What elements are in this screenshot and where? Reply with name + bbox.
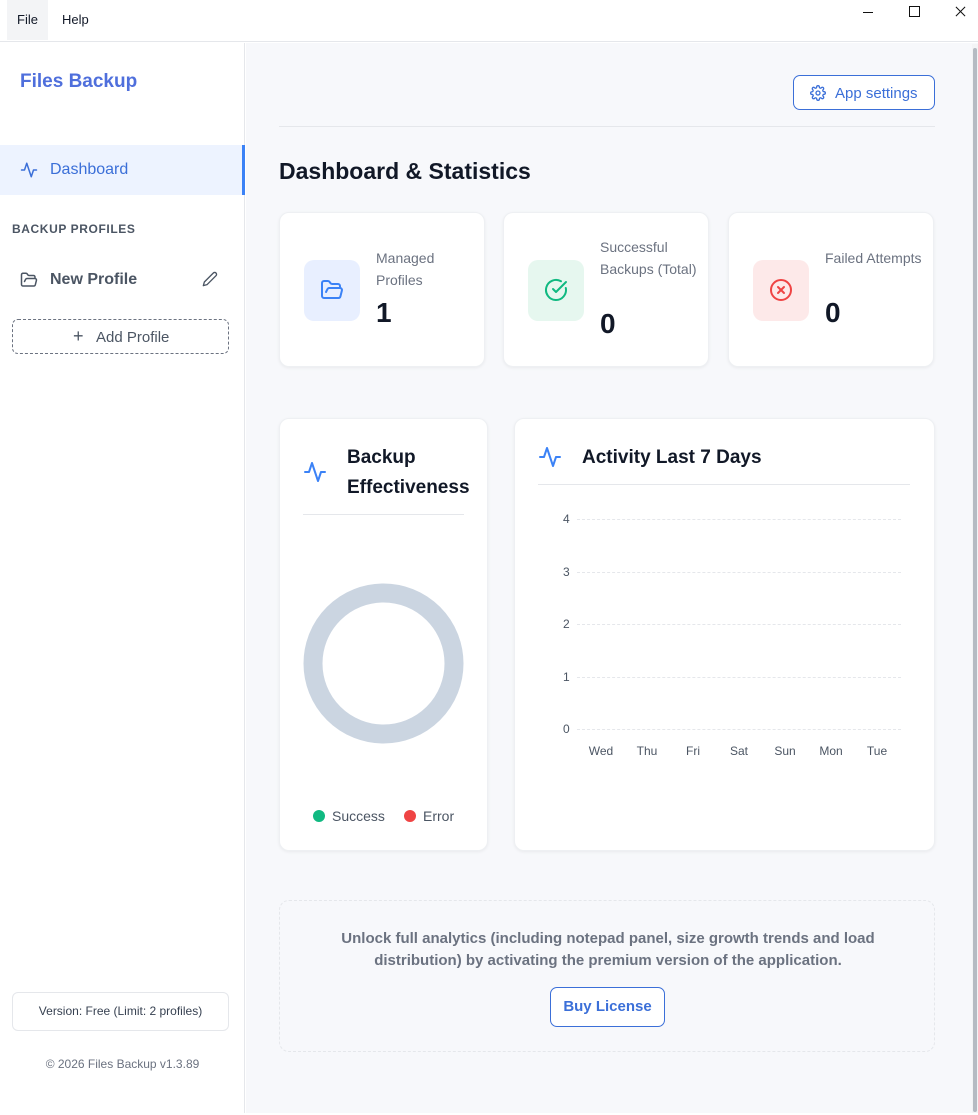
legend-label: Error	[423, 808, 455, 824]
plus-icon: +	[73, 326, 84, 346]
stat-card-managed-profiles: Managed Profiles 1	[279, 212, 485, 367]
scrollbar-thumb[interactable]	[973, 48, 977, 1112]
gridline	[577, 624, 901, 625]
activity-icon	[304, 462, 326, 482]
sidebar: Files Backup Dashboard BACKUP PROFILES N…	[0, 43, 245, 1113]
sidebar-item-profile[interactable]: New Profile	[0, 261, 245, 301]
stat-icon-box	[753, 260, 809, 321]
legend-label: Success	[332, 808, 385, 824]
add-profile-button[interactable]: + Add Profile	[12, 319, 229, 354]
stat-card-failed-attempts: Failed Attempts 0	[728, 212, 934, 367]
y-tick-label: 3	[563, 564, 570, 579]
app-settings-button[interactable]: App settings	[793, 75, 935, 110]
add-profile-label: Add Profile	[96, 329, 170, 346]
x-tick-label: Mon	[819, 744, 843, 758]
copyright-text: © 2026 Files Backup v1.3.89	[45, 1057, 200, 1071]
gridline	[577, 571, 901, 573]
section-title-backup-profiles: BACKUP PROFILES	[12, 222, 136, 236]
stat-label: Managed Profiles	[376, 250, 435, 288]
page-title: Dashboard & Statistics	[279, 158, 531, 184]
stat-value: 1	[376, 297, 392, 328]
gear-icon	[810, 85, 826, 101]
folder-open-icon	[20, 272, 38, 287]
sidebar-item-dashboard[interactable]: Dashboard	[0, 145, 245, 195]
x-tick-label: Fri	[686, 744, 700, 758]
maximize-button[interactable]	[891, 0, 937, 24]
app-brand: Files Backup	[20, 71, 138, 92]
panel-divider	[538, 484, 910, 485]
panel-divider	[303, 514, 464, 515]
y-tick-label: 1	[563, 669, 570, 684]
legend-dot	[313, 810, 325, 822]
effectiveness-donut-chart	[303, 583, 464, 744]
stat-label: Failed Attempts	[825, 250, 922, 266]
activity-icon	[539, 447, 561, 467]
stat-card-successful-backups: Successful Backups (Total) 0	[503, 212, 709, 367]
menu-bar: File Help	[0, 0, 978, 42]
pencil-icon[interactable]	[202, 271, 218, 287]
effectiveness-title: Backup Effectiveness	[347, 447, 470, 498]
premium-promo: Unlock full analytics (including notepad…	[279, 900, 935, 1052]
activity-icon	[20, 162, 38, 178]
x-circle-icon	[770, 279, 792, 301]
y-tick-label: 2	[563, 617, 570, 631]
check-circle-icon	[545, 278, 567, 301]
menu-help[interactable]: Help	[52, 0, 99, 40]
activity-title: Activity Last 7 Days	[582, 447, 762, 468]
gridline	[577, 519, 901, 520]
menu-file[interactable]: File	[7, 0, 48, 40]
close-button[interactable]	[937, 0, 978, 24]
legend-dot	[404, 810, 416, 822]
version-badge: Version: Free (Limit: 2 profiles)	[12, 992, 229, 1031]
stat-icon-box	[304, 260, 360, 321]
gridline	[577, 729, 901, 730]
promo-text: Unlock full analytics (including notepad…	[341, 930, 875, 969]
stat-value: 0	[825, 297, 841, 328]
stat-value: 0	[600, 308, 616, 339]
x-tick-label: Thu	[636, 744, 658, 758]
x-tick-label: Sun	[774, 744, 796, 758]
stat-label: Successful Backups (Total)	[600, 239, 697, 277]
buy-license-button[interactable]: Buy License	[550, 987, 665, 1027]
y-tick-label: 4	[563, 512, 570, 526]
activity-panel	[514, 418, 935, 851]
minimize-button[interactable]	[845, 0, 891, 24]
sidebar-item-label: Dashboard	[50, 161, 129, 178]
folder-open-icon	[321, 280, 343, 299]
app-settings-label: App settings	[835, 85, 918, 102]
header-divider	[279, 126, 935, 127]
stat-icon-box	[528, 260, 584, 321]
x-tick-label: Wed	[588, 744, 614, 758]
profile-name: New Profile	[50, 271, 138, 288]
gridline	[577, 676, 901, 678]
x-tick-label: Sat	[729, 744, 749, 758]
x-tick-label: Tue	[866, 744, 888, 758]
y-tick-label: 0	[563, 722, 570, 736]
donut-empty-ring	[303, 583, 464, 744]
